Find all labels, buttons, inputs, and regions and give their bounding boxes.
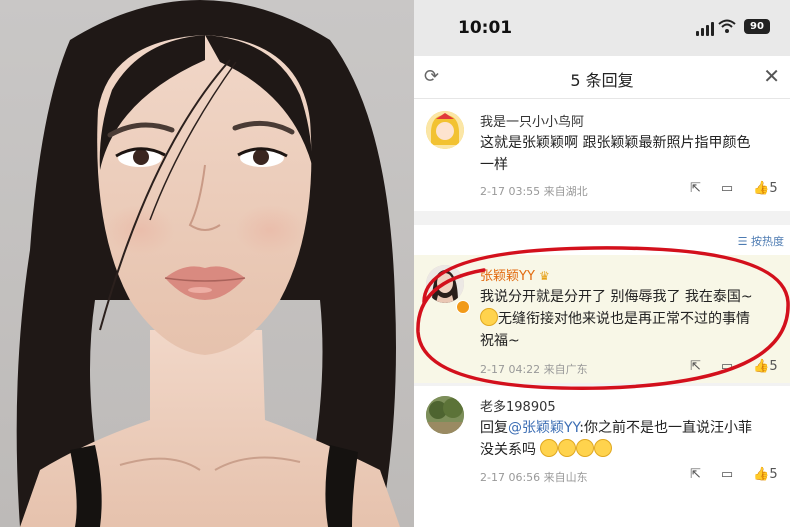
wifi-icon: [718, 19, 736, 33]
battery-indicator: 90: [744, 19, 770, 34]
comment-icon[interactable]: ▭: [721, 181, 733, 196]
comment-meta: 2-17 06:56 来自山东: [480, 471, 588, 484]
comment-text-line: 祝福~: [480, 333, 520, 349]
verified-badge-icon: [456, 300, 470, 314]
like-count: 5: [769, 359, 778, 374]
like-button[interactable]: 👍5: [753, 359, 777, 374]
like-button[interactable]: 👍5: [753, 181, 777, 196]
comment-username[interactable]: 老多198905: [480, 396, 556, 415]
reply-header: ⟳ 5 条回复 ✕: [414, 56, 790, 99]
status-bar: 10:01 90: [414, 0, 790, 56]
mention-link[interactable]: @张颖颖YY: [508, 420, 579, 436]
avatar[interactable]: [426, 265, 464, 303]
share-icon[interactable]: ⇱: [690, 467, 701, 482]
portrait-photo: [0, 0, 414, 527]
smile-emoji-icon: [480, 308, 498, 326]
cry-laugh-emoji-icon: [594, 439, 613, 457]
comment-text-line-with-mention: 回复@张颖颖YY:你之前不是也一直说汪小菲: [480, 417, 752, 439]
comment-text: 我说分开就是分开了 别侮辱我了 我在泰国~ 无缝衔接对他来说也是再正常不过的事情…: [480, 286, 753, 352]
signal-icon: [696, 22, 714, 36]
comment-actions: ⇱ ▭ 👍5: [690, 359, 778, 374]
cry-laugh-emoji-icon: [540, 439, 559, 457]
like-count: 5: [769, 181, 778, 196]
share-icon[interactable]: ⇱: [690, 181, 701, 196]
comment-text: 这就是张颖颖啊 跟张颖颖最新照片指甲颜色 一样: [480, 132, 750, 176]
avatar[interactable]: [426, 111, 464, 149]
avatar[interactable]: [426, 396, 464, 434]
like-icon: 👍: [753, 359, 770, 374]
sort-label: 按热度: [751, 235, 784, 248]
like-button[interactable]: 👍5: [753, 467, 777, 482]
reply-prefix: 回复: [480, 420, 508, 436]
close-icon[interactable]: ✕: [763, 64, 780, 88]
comment-item-highlighted: 张颖颖YY ♛ 我说分开就是分开了 别侮辱我了 我在泰国~ 无缝衔接对他来说也是…: [414, 255, 790, 383]
comment-username[interactable]: 我是一只小小鸟阿: [480, 111, 584, 130]
comment-username[interactable]: 张颖颖YY ♛: [480, 265, 550, 284]
comment-item: 我是一只小小鸟阿 这就是张颖颖啊 跟张颖颖最新照片指甲颜色 一样 2-17 03…: [414, 99, 790, 211]
comment-text-line-with-emoji: 无缝衔接对他来说也是再正常不过的事情: [480, 308, 753, 330]
like-count: 5: [769, 467, 778, 482]
comment-meta: 2-17 04:22 来自广东: [480, 363, 588, 376]
share-icon[interactable]: ⇱: [690, 359, 701, 374]
comment-icon[interactable]: ▭: [721, 467, 733, 482]
like-icon: 👍: [753, 181, 770, 196]
comment-text: 回复@张颖颖YY:你之前不是也一直说汪小菲 没关系吗: [480, 417, 752, 461]
like-icon: 👍: [753, 467, 770, 482]
comment-text-line: 这就是张颖颖啊 跟张颖颖最新照片指甲颜色: [480, 135, 751, 151]
sort-button[interactable]: ☰ 按热度: [738, 233, 784, 249]
comment-icon[interactable]: ▭: [721, 359, 733, 374]
page-title: 5 条回复: [570, 71, 634, 90]
comment-text-line: 我说分开就是分开了 别侮辱我了 我在泰国~: [480, 289, 753, 305]
comment-text-line: 没关系吗: [480, 442, 536, 458]
comment-text-line: 一样: [480, 157, 508, 173]
comment-item: 老多198905 回复@张颖颖YY:你之前不是也一直说汪小菲 没关系吗 2-17…: [414, 386, 790, 527]
comment-text-line-with-emoji: 没关系吗: [480, 439, 752, 461]
cry-laugh-emoji-icon: [558, 439, 577, 457]
comment-username-text: 张颖颖YY: [480, 269, 535, 284]
comment-text-line: 无缝衔接对他来说也是再正常不过的事情: [498, 311, 750, 327]
phone-screenshot: 10:01 90 ⟳ 5 条回复 ✕ 我是一只小小鸟阿 这就是张颖颖啊 跟张颖颖…: [414, 0, 790, 527]
comment-text-line: :你之前不是也一直说汪小菲: [579, 420, 752, 436]
comment-actions: ⇱ ▭ 👍5: [690, 181, 778, 196]
comment-actions: ⇱ ▭ 👍5: [690, 467, 778, 482]
sort-icon: ☰: [737, 235, 751, 248]
status-time: 10:01: [458, 18, 513, 38]
sort-bar: ☰ 按热度: [414, 225, 790, 255]
cry-laugh-emoji-icon: [576, 439, 595, 457]
comment-meta: 2-17 03:55 来自湖北: [480, 185, 588, 198]
crown-icon: ♛: [539, 269, 550, 283]
